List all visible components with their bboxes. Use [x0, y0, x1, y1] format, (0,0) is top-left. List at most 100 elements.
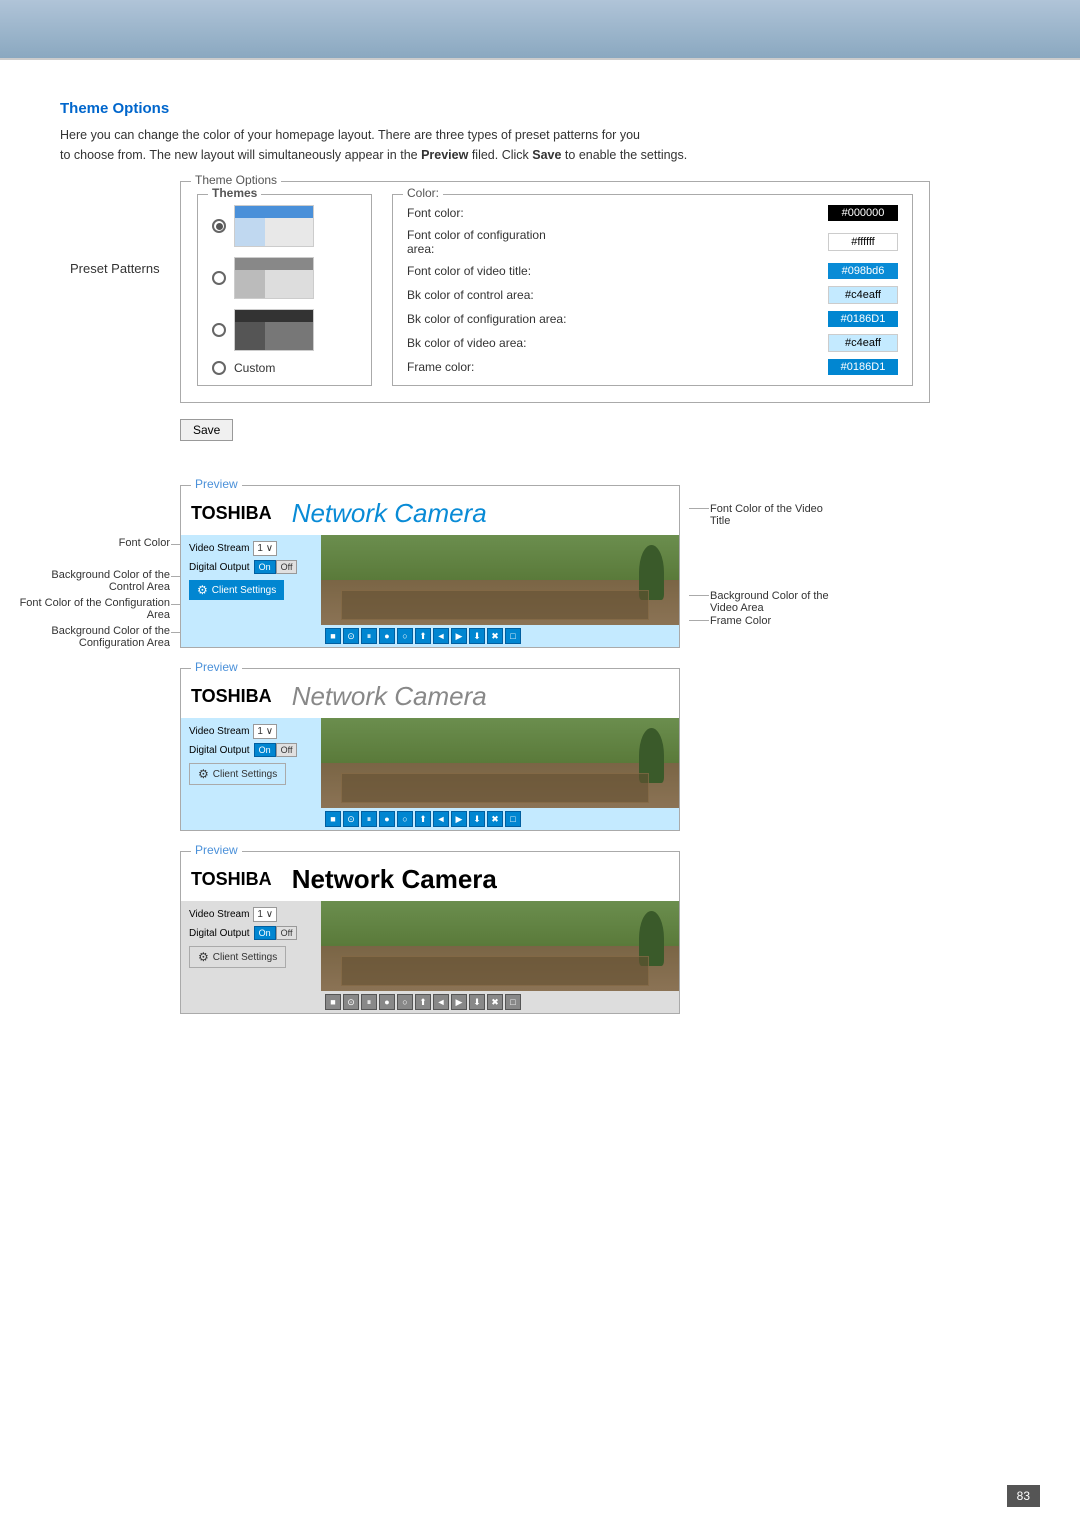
tb-icon-4[interactable]: ●	[379, 628, 395, 644]
stream-select-1[interactable]: 1 ∨	[253, 541, 277, 556]
tb-icon-3-8[interactable]: ▶	[451, 994, 467, 1010]
output-label-2: Digital Output	[189, 745, 250, 756]
stream-select-2[interactable]: 1 ∨	[253, 724, 277, 739]
page-number: 83	[1007, 1485, 1040, 1507]
annot-font-video: Font Color of the VideoTitle	[710, 503, 823, 527]
tb-icon-1[interactable]: ■	[325, 628, 341, 644]
tb-icon-3-2[interactable]: ⊙	[343, 994, 359, 1010]
page-title: Theme Options	[60, 100, 1020, 117]
tb-icon-2-3[interactable]: ⏸	[361, 811, 377, 827]
color-swatch-2[interactable]: #098bd6	[828, 263, 898, 279]
preview-panel-1: Preview TOSHIBA Network Camera Video Str…	[180, 485, 680, 648]
preset-patterns-label: Preset Patterns	[70, 261, 160, 276]
color-label-2: Font color of video title:	[407, 264, 820, 278]
save-button[interactable]: Save	[180, 419, 233, 441]
tb-icon-9[interactable]: ⬇	[469, 628, 485, 644]
color-swatch-1[interactable]: #ffffff	[828, 233, 898, 251]
camera-title-2: Network Camera	[292, 681, 487, 712]
stream-select-3[interactable]: 1 ∨	[253, 907, 277, 922]
tb-icon-2-1[interactable]: ■	[325, 811, 341, 827]
theme-preview-3	[234, 309, 314, 351]
preview-body-1: Video Stream 1 ∨ Digital Output On Off ⚙	[181, 535, 679, 647]
img-content-3	[321, 901, 679, 991]
radio-theme-3[interactable]	[212, 323, 226, 337]
description: Here you can change the color of your ho…	[60, 125, 960, 165]
tb-icon-3-11[interactable]: □	[505, 994, 521, 1010]
tb-icon-2-5[interactable]: ○	[397, 811, 413, 827]
on-btn-3[interactable]: On	[254, 926, 276, 940]
radio-theme-2[interactable]	[212, 271, 226, 285]
radio-theme-custom[interactable]	[212, 361, 226, 375]
camera-title-3: Network Camera	[292, 864, 497, 895]
annot-bg-video: Background Color of theVideo Area	[710, 590, 829, 614]
tb-icon-3[interactable]: ⏸	[361, 628, 377, 644]
toshiba-logo-3: TOSHIBA	[191, 869, 272, 890]
camera-image-3	[321, 901, 679, 991]
tb-icon-8[interactable]: ▶	[451, 628, 467, 644]
tb-icon-10[interactable]: ✖	[487, 628, 503, 644]
control-row-output-3: Digital Output On Off	[189, 926, 313, 940]
color-swatch-4[interactable]: #0186D1	[828, 311, 898, 327]
preview-title-1: Preview	[191, 477, 242, 491]
tb-icon-2-10[interactable]: ✖	[487, 811, 503, 827]
page-content: Theme Options Here you can change the co…	[0, 60, 1080, 1094]
img-content-2	[321, 718, 679, 808]
off-btn-2[interactable]: Off	[276, 743, 298, 757]
desc-bold-2: Save	[532, 148, 561, 162]
img-content-1	[321, 535, 679, 625]
tb-icon-11[interactable]: □	[505, 628, 521, 644]
on-btn-2[interactable]: On	[254, 743, 276, 757]
color-swatch-3[interactable]: #c4eaff	[828, 286, 898, 304]
tb-icon-3-6[interactable]: ⬆	[415, 994, 431, 1010]
themes-section-title: Themes	[208, 186, 261, 200]
control-row-output-1: Digital Output On Off	[189, 560, 313, 574]
tb-icon-3-4[interactable]: ●	[379, 994, 395, 1010]
theme-item-3[interactable]	[212, 309, 357, 351]
color-row-5: Bk color of video area: #c4eaff	[407, 334, 898, 352]
tb-icon-2[interactable]: ⊙	[343, 628, 359, 644]
preview-header-1: TOSHIBA Network Camera	[181, 492, 679, 535]
toshiba-logo-1: TOSHIBA	[191, 503, 272, 524]
theme-item-2[interactable]	[212, 257, 357, 299]
tb-icon-2-4[interactable]: ●	[379, 811, 395, 827]
theme-item-custom[interactable]: Custom	[212, 361, 357, 375]
on-off-1: On Off	[254, 560, 298, 574]
tb-icon-2-8[interactable]: ▶	[451, 811, 467, 827]
off-btn-1[interactable]: Off	[276, 560, 298, 574]
on-btn-1[interactable]: On	[254, 560, 276, 574]
tb-icon-2-6[interactable]: ⬆	[415, 811, 431, 827]
color-label-6: Frame color:	[407, 360, 820, 374]
tb-icon-3-10[interactable]: ✖	[487, 994, 503, 1010]
client-settings-btn-1[interactable]: ⚙ Client Settings	[189, 580, 284, 600]
client-settings-btn-3[interactable]: ⚙ Client Settings	[189, 946, 286, 968]
output-label-3: Digital Output	[189, 928, 250, 939]
tb-icon-3-1[interactable]: ■	[325, 994, 341, 1010]
tb-icon-2-9[interactable]: ⬇	[469, 811, 485, 827]
preview-body-3: Video Stream 1 ∨ Digital Output On Off ⚙	[181, 901, 679, 1013]
camera-image-2	[321, 718, 679, 808]
tb-icon-2-2[interactable]: ⊙	[343, 811, 359, 827]
tb-icon-5[interactable]: ○	[397, 628, 413, 644]
color-swatch-0[interactable]: #000000	[828, 205, 898, 221]
tb-icon-3-3[interactable]: ⏸	[361, 994, 377, 1010]
color-row-6: Frame color: #0186D1	[407, 359, 898, 375]
color-label-1: Font color of configurationarea:	[407, 228, 820, 256]
color-label-3: Bk color of control area:	[407, 288, 820, 302]
off-btn-3[interactable]: Off	[276, 926, 298, 940]
tb-icon-2-11[interactable]: □	[505, 811, 521, 827]
tb-icon-3-5[interactable]: ○	[397, 994, 413, 1010]
tb-icon-7[interactable]: ◄	[433, 628, 449, 644]
client-settings-btn-2[interactable]: ⚙ Client Settings	[189, 763, 286, 785]
tb-icon-2-7[interactable]: ◄	[433, 811, 449, 827]
color-row-4: Bk color of configuration area: #0186D1	[407, 311, 898, 327]
color-swatch-5[interactable]: #c4eaff	[828, 334, 898, 352]
radio-theme-1[interactable]	[212, 219, 226, 233]
main-container: Theme Options Here you can change the co…	[60, 100, 1020, 1014]
annot-font-color: Font Color	[119, 537, 170, 549]
theme-item-1[interactable]	[212, 205, 357, 247]
tb-icon-3-7[interactable]: ◄	[433, 994, 449, 1010]
tb-icon-3-9[interactable]: ⬇	[469, 994, 485, 1010]
theme-preview-2	[234, 257, 314, 299]
color-swatch-6[interactable]: #0186D1	[828, 359, 898, 375]
tb-icon-6[interactable]: ⬆	[415, 628, 431, 644]
